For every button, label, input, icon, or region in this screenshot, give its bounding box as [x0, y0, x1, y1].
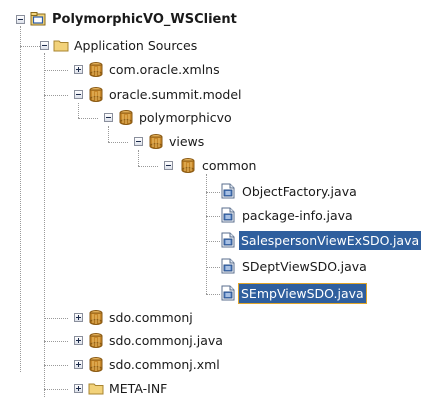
collapse-toggle[interactable] — [16, 15, 25, 24]
tree-node-label: SDeptViewSDO.java — [242, 259, 367, 274]
package-icon — [89, 333, 103, 348]
expand-toggle[interactable] — [74, 313, 83, 322]
collapse-toggle[interactable] — [104, 113, 113, 122]
java-file-icon — [221, 258, 235, 274]
tree-node-label: polymorphicvo — [139, 110, 232, 125]
tree-node-sdo-commonj[interactable]: sdo.commonj — [0, 306, 300, 330]
folder-icon — [88, 383, 104, 395]
tree-node-sempviewsdo-java[interactable]: SEmpViewSDO.java — [0, 282, 445, 306]
java-file-icon — [221, 285, 235, 301]
tree-node-label: sdo.commonj.java — [109, 333, 223, 348]
project-icon — [30, 12, 46, 26]
package-icon — [89, 62, 103, 77]
tree-node-objectfactory-java[interactable]: ObjectFactory.java — [0, 180, 445, 204]
tree-node-label: Application Sources — [74, 38, 198, 53]
expand-toggle[interactable] — [74, 360, 83, 369]
package-icon — [181, 158, 195, 173]
tree-node-package-info-java[interactable]: package-info.java — [0, 204, 445, 228]
collapse-toggle[interactable] — [74, 90, 83, 99]
project-tree: PolymorphicVO_WSClient Application Sourc… — [0, 0, 445, 400]
tree-node-label: SEmpViewSDO.java — [238, 283, 367, 304]
java-file-icon — [221, 183, 235, 199]
expand-toggle[interactable] — [74, 65, 83, 74]
tree-node-label: common — [202, 158, 257, 173]
collapse-toggle[interactable] — [40, 41, 49, 50]
package-icon — [119, 110, 133, 125]
tree-node-label: SalespersonViewExSDO.java — [239, 231, 422, 250]
expand-toggle[interactable] — [74, 384, 83, 393]
tree-node-salespersonviewexsdo-java[interactable]: SalespersonViewExSDO.java — [0, 229, 445, 253]
tree-node-sdo-commonj-java[interactable]: sdo.commonj.java — [0, 329, 300, 353]
tree-node-label: sdo.commonj.xml — [109, 357, 220, 372]
tree-node-sdo-commonj-xml[interactable]: sdo.commonj.xml — [0, 353, 300, 377]
tree-node-label: PolymorphicVO_WSClient — [52, 12, 237, 27]
package-icon — [149, 134, 163, 149]
tree-node-label: ObjectFactory.java — [242, 184, 357, 199]
tree-node-common[interactable]: common — [0, 154, 300, 178]
tree-node-views[interactable]: views — [0, 130, 300, 154]
package-icon — [89, 87, 103, 102]
tree-node-com-oracle-xmlns[interactable]: com.oracle.xmlns — [0, 58, 300, 82]
tree-node-sdeptviewsdo-java[interactable]: SDeptViewSDO.java — [0, 255, 445, 279]
package-icon — [89, 357, 103, 372]
collapse-toggle[interactable] — [134, 137, 143, 146]
tree-node-label: com.oracle.xmlns — [109, 62, 220, 77]
folder-icon — [53, 40, 69, 52]
tree-node-application-sources[interactable]: Application Sources — [0, 34, 300, 58]
tree-node-label: oracle.summit.model — [109, 87, 242, 102]
tree-node-project-root[interactable]: PolymorphicVO_WSClient — [0, 8, 300, 32]
tree-node-label: views — [169, 134, 205, 149]
tree-node-oracle-summit-model[interactable]: oracle.summit.model — [0, 83, 300, 107]
expand-toggle[interactable] — [74, 336, 83, 345]
tree-node-label: package-info.java — [242, 208, 353, 223]
tree-node-label: META-INF — [109, 381, 168, 396]
tree-node-label: sdo.commonj — [109, 310, 193, 325]
tree-node-meta-inf[interactable]: META-INF — [0, 377, 300, 401]
java-file-icon — [221, 232, 235, 248]
package-icon — [89, 310, 103, 325]
tree-node-polymorphicvo[interactable]: polymorphicvo — [0, 106, 300, 130]
collapse-toggle[interactable] — [164, 161, 173, 170]
java-file-icon — [221, 207, 235, 223]
